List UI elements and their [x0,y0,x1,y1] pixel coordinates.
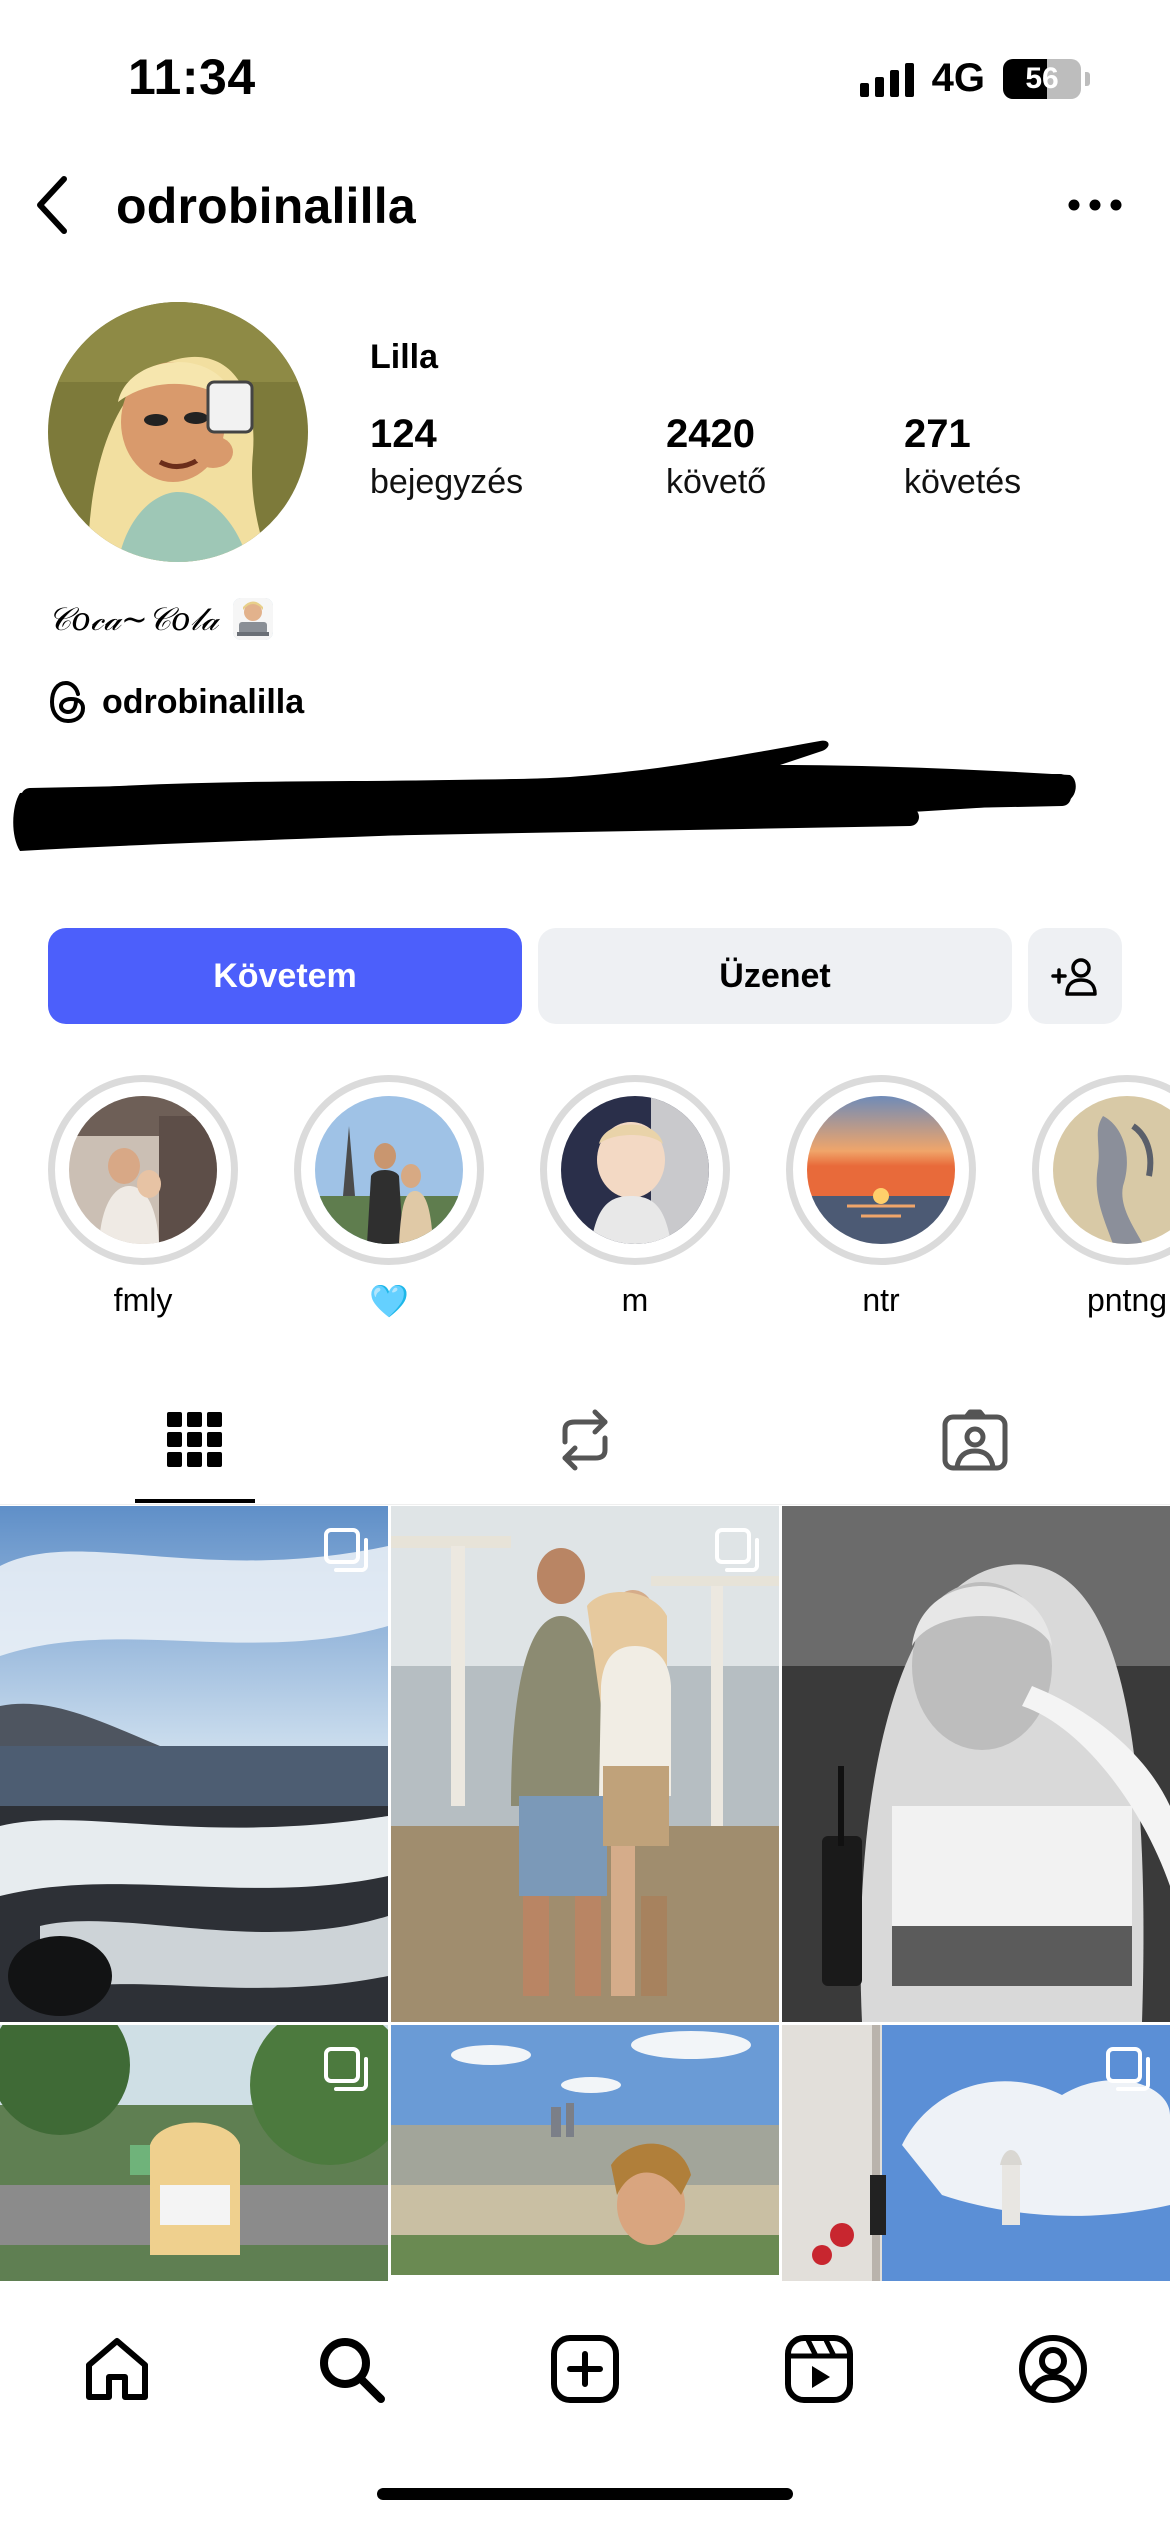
post-thumbnail[interactable] [391,2025,779,2281]
highlight-label: m [621,1282,649,1318]
follow-button[interactable]: Követem [48,928,522,1024]
battery-icon: 56 [1003,58,1081,99]
chevron-left-icon [37,176,67,234]
tab-tagged[interactable] [780,1375,1170,1505]
highlight-cover [315,1096,463,1244]
highlight-ring [48,1075,238,1265]
highlight-item[interactable]: 🩵 [286,1075,486,1325]
avatar-image [48,302,308,562]
message-button[interactable]: Üzenet [538,928,1012,1024]
signal-icon [859,61,914,97]
nav-reels[interactable] [774,2324,864,2414]
active-tab-indicator [135,1499,255,1503]
story-highlights: fmly 🩵 m ntr pntng [0,1075,1170,1335]
bio-text: 𝒞𝑜𝒸𝒶~𝒞𝑜𝓁𝒶 [48,599,219,638]
highlight-cover [69,1096,217,1244]
highlight-ring [1032,1075,1170,1265]
status-bar: 11:34 4G 56 [0,0,1170,150]
home-icon [86,2338,148,2400]
highlight-item[interactable]: fmly [40,1075,240,1325]
profile-stats: 124 bejegyzés 2420 követő 271 követés [370,412,1130,512]
more-options-button[interactable] [1060,173,1130,237]
highlight-ring [540,1075,730,1265]
post-thumbnail[interactable] [391,1506,779,2022]
posts-label: bejegyzés [370,463,524,501]
highlight-ring [786,1075,976,1265]
status-time: 11:34 [128,49,256,105]
page-title: odrobinalilla [116,178,416,234]
battery-nub [1085,71,1090,86]
following-label: követés [904,463,1022,501]
nav-search[interactable] [306,2324,396,2414]
highlight-cover [807,1096,955,1244]
tab-reposts[interactable] [390,1375,780,1505]
highlight-label: 🩵 [369,1283,409,1319]
profile-header: odrobinalilla [0,165,1170,245]
highlight-label: fmly [113,1282,173,1318]
multiple-posts-icon [715,1528,759,1572]
highlight-cover [561,1096,709,1244]
add-user-button[interactable] [1028,928,1122,1024]
followers-label: követő [666,463,767,501]
post-thumbnail[interactable] [0,2025,388,2281]
home-indicator[interactable] [377,2488,793,2500]
multiple-posts-icon [324,1528,368,1572]
followers-stat[interactable]: 2420 követő [666,412,766,502]
posts-stat[interactable]: 124 bejegyzés [370,412,523,502]
profile-icon [1019,2335,1087,2403]
posts-count: 124 [370,412,437,456]
following-count: 271 [904,412,971,456]
more-dots-icon [1068,199,1122,211]
post-thumbnail[interactable] [0,1506,388,2022]
battery-level: 56 [1025,61,1059,95]
add-user-icon [1051,958,1097,996]
highlight-ring [294,1075,484,1265]
reels-icon [785,2335,853,2403]
highlight-item[interactable]: m [532,1075,732,1325]
network-type: 4G [931,56,985,100]
back-button[interactable] [22,173,82,237]
tagged-person-icon [942,1409,1008,1471]
profile-name: Lilla [370,338,439,376]
threads-link[interactable]: odrobinalilla [48,680,304,724]
nav-home[interactable] [72,2324,162,2414]
repost-icon [562,1409,608,1471]
create-icon [551,2335,619,2403]
followers-count: 2420 [666,412,755,456]
posts-grid [0,1506,1170,2281]
nav-create[interactable] [540,2324,630,2414]
highlight-item[interactable]: pntng [1024,1075,1170,1325]
status-indicators: 4G 56 [859,56,1090,101]
bio: 𝒞𝑜𝒸𝒶~𝒞𝑜𝓁𝒶 [48,598,273,640]
highlight-cover [1053,1096,1170,1244]
grid-icon [167,1412,222,1467]
highlight-item[interactable]: ntr [778,1075,978,1325]
highlight-label: ntr [862,1282,900,1318]
search-icon [320,2338,385,2403]
multiple-posts-icon [1106,2047,1150,2091]
threads-icon [49,680,86,724]
technologist-emoji-icon [232,598,273,640]
highlight-label: pntng [1086,1282,1168,1318]
threads-handle: odrobinalilla [102,682,305,721]
nav-profile[interactable] [1008,2324,1098,2414]
following-stat[interactable]: 271 követés [904,412,1021,502]
multiple-posts-icon [324,2047,368,2091]
post-thumbnail[interactable] [782,1506,1170,2022]
redaction-scribble [13,740,1076,851]
post-thumbnail[interactable] [782,2025,1170,2281]
tab-grid[interactable] [0,1375,390,1505]
profile-tabs [0,1375,1170,1505]
avatar[interactable] [48,302,308,562]
